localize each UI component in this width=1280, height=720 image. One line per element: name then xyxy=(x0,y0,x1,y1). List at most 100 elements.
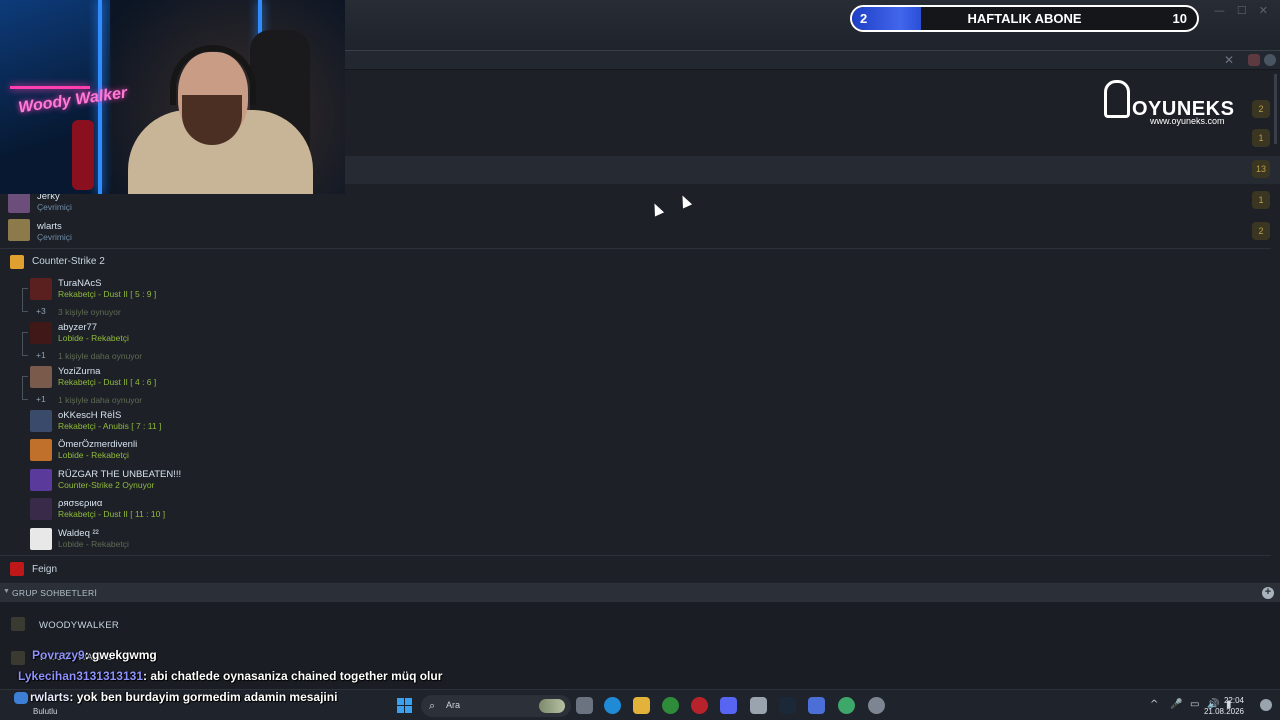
search-strip[interactable]: ✕ xyxy=(345,50,1280,70)
clock-date: 21.08.2026 xyxy=(1203,707,1244,716)
taskbar-clock[interactable]: 22:04 21.08.2026 xyxy=(1204,695,1244,717)
tray-chevron-icon[interactable]: ^ xyxy=(1150,699,1158,710)
friend-row[interactable]: TuraNAcS Rekabetçi - Dust II [ 5 : 9 ] xyxy=(0,277,1271,301)
search-highlight-icon xyxy=(539,699,565,713)
add-group-chat-icon[interactable]: + xyxy=(1262,587,1274,599)
friend-status: Lobide - Rekabetçi xyxy=(58,333,129,343)
network-icon[interactable]: ▭ xyxy=(1190,699,1199,710)
game-group-feign[interactable]: Feign xyxy=(0,556,1280,584)
notification-bell-icon[interactable] xyxy=(1260,699,1272,711)
friend-status: Rekabetçi - Dust II [ 4 : 6 ] xyxy=(58,377,157,387)
count-badge: 2 xyxy=(1252,100,1270,118)
friend-name: Waldeq ²² xyxy=(58,528,99,539)
task-view-icon[interactable] xyxy=(576,697,593,714)
game-launcher-icon[interactable] xyxy=(691,697,708,714)
upwork-icon[interactable] xyxy=(662,697,679,714)
weather-icon[interactable] xyxy=(14,692,28,704)
taskbar-search[interactable]: ⌕ Ara xyxy=(421,695,571,717)
feign-game-icon xyxy=(10,562,24,576)
chat-message: rwlarts: yok ben burdayim gormedim adami… xyxy=(30,690,337,704)
maximize-icon[interactable]: ☐ xyxy=(1237,4,1247,17)
friend-status: Rekabetçi - Anubis [ 7 : 11 ] xyxy=(58,421,162,431)
headset xyxy=(170,45,256,105)
obs-icon[interactable] xyxy=(808,697,825,714)
friend-row[interactable]: Waldeq ²² Lobide - Rekabetçi xyxy=(0,527,1271,555)
goal-current: 2 xyxy=(860,11,868,26)
party-extra-count: +1 xyxy=(36,350,46,360)
notification-icon[interactable] xyxy=(1248,54,1260,66)
game-group-title: Feign xyxy=(32,564,58,575)
count-badge: 13 xyxy=(1252,160,1270,178)
friend-name: abyzer77 xyxy=(58,322,98,333)
spotify-icon[interactable] xyxy=(838,697,855,714)
friend-name: YoziZurna xyxy=(58,366,101,377)
close-icon[interactable]: ✕ xyxy=(1259,4,1268,17)
cs2-game-icon xyxy=(10,255,24,269)
sponsor-logo: OYUNEKS www.oyuneks.com xyxy=(1100,78,1235,128)
edge-browser-icon[interactable] xyxy=(604,697,621,714)
chat-text: : abi chatlede oynasaniza chained togeth… xyxy=(143,669,443,683)
friend-name: ρяσѕєριиα xyxy=(58,498,103,509)
friend-status: Çevrimiçi xyxy=(37,202,72,212)
microphone xyxy=(72,120,94,190)
minimize-icon[interactable]: — xyxy=(1214,4,1225,17)
group-chat-item[interactable]: WOODYWALKER xyxy=(0,612,1280,638)
chat-message: Povrazy9: gwekgwmg xyxy=(32,648,157,662)
sponsor-url: www.oyuneks.com xyxy=(1150,116,1225,126)
party-extra-count: +3 xyxy=(36,306,46,316)
window-controls: — ☐ ✕ xyxy=(1214,4,1268,17)
calculator-icon[interactable] xyxy=(750,697,767,714)
highlighted-row[interactable] xyxy=(345,156,1280,184)
clock-time: 22:04 xyxy=(1223,696,1244,705)
file-explorer-icon[interactable] xyxy=(633,697,650,714)
chat-username: rwlarts xyxy=(30,690,70,704)
microphone-icon[interactable]: 🎤 xyxy=(1170,699,1182,710)
friend-row[interactable]: ÖmerÖzmerdivenli Lobide - Rekabetçi xyxy=(0,438,1271,466)
clear-search-icon[interactable]: ✕ xyxy=(1224,53,1234,67)
chevron-down-icon[interactable]: ▼ xyxy=(3,588,10,595)
party-extra-text: 3 kişiyle oynuyor xyxy=(58,307,121,317)
friend-name: wlarts xyxy=(37,221,62,232)
chat-text: : gwekgwmg xyxy=(84,648,157,662)
webcam-feed: Woody Walker xyxy=(0,0,345,194)
subscriber-goal-bar: 2 HAFTALIK ABONE 10 xyxy=(850,5,1199,32)
settings-gear-icon[interactable] xyxy=(868,697,885,714)
friends-scrollbar[interactable] xyxy=(1274,74,1277,144)
friend-avatar xyxy=(30,322,52,344)
friend-row[interactable]: ρяσѕєριиα Rekabetçi - Dust II [ 11 : 10 … xyxy=(0,497,1271,525)
neon-light xyxy=(10,86,90,89)
friend-avatar xyxy=(30,366,52,388)
friend-status: Lobide - Rekabetçi xyxy=(58,450,129,460)
friend-status: Rekabetçi - Dust II [ 11 : 10 ] xyxy=(58,509,166,519)
start-button[interactable] xyxy=(397,698,412,713)
friend-row[interactable]: RÜZGAR THE UNBEATEN!!! Counter-Strike 2 … xyxy=(0,468,1271,496)
friend-row[interactable]: oKKescH RëİS Rekabetçi - Anubis [ 7 : 11… xyxy=(0,409,1271,437)
group-chats-header[interactable]: ▼ GRUP SOHBETLERİ + xyxy=(0,584,1280,602)
settings-icon[interactable] xyxy=(1264,54,1276,66)
weather-label[interactable]: Bulutlu xyxy=(33,707,57,716)
game-group-cs2[interactable]: Counter-Strike 2 xyxy=(0,248,1280,276)
friend-name: RÜZGAR THE UNBEATEN!!! xyxy=(58,469,182,480)
search-icon: ⌕ xyxy=(429,699,436,712)
game-group-title: Counter-Strike 2 xyxy=(32,256,105,267)
friend-avatar xyxy=(8,219,30,241)
chat-message: Lykecihan3131313131: abi chatlede oynasa… xyxy=(18,669,442,683)
friend-row[interactable]: abyzer77 Lobide - Rekabetçi xyxy=(0,321,1271,345)
group-chat-name: WOODYWALKER xyxy=(39,620,120,631)
friend-avatar xyxy=(30,278,52,300)
friend-row[interactable]: wlarts Çevrimiçi xyxy=(0,217,1271,247)
count-badge: 1 xyxy=(1252,129,1270,147)
friend-name: oKKescH RëİS xyxy=(58,410,122,421)
chat-username: Povrazy9 xyxy=(32,648,85,662)
friend-row[interactable]: YoziZurna Rekabetçi - Dust II [ 4 : 6 ] xyxy=(0,365,1271,389)
search-placeholder: Ara xyxy=(446,700,461,710)
friend-status: Lobide - Rekabetçi xyxy=(58,539,129,549)
steam-icon[interactable] xyxy=(779,697,796,714)
party-extra-count: +1 xyxy=(36,394,46,404)
group-icon xyxy=(11,651,25,665)
friend-avatar xyxy=(8,191,30,213)
discord-icon[interactable] xyxy=(720,697,737,714)
friend-status: Rekabetçi - Dust II [ 5 : 9 ] xyxy=(58,289,157,299)
party-extra-text: 1 kişiyle daha oynuyor xyxy=(58,395,143,405)
chat-username: Lykecihan3131313131 xyxy=(18,669,143,683)
